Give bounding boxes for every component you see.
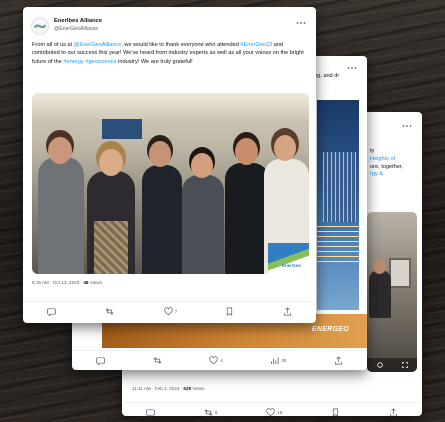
- like-button[interactable]: 7: [164, 307, 178, 316]
- photo-screen: [102, 119, 142, 139]
- person-5: [225, 163, 269, 274]
- mention-link[interactable]: @EnerGeoAlliance: [74, 42, 122, 48]
- retweet-count: 8: [215, 410, 218, 415]
- more-options-icon[interactable]: [296, 21, 306, 25]
- retweet-icon: [204, 409, 213, 416]
- retweet-icon: [105, 308, 114, 315]
- text-segment-4: industry! We are truly grateful!: [116, 58, 193, 65]
- photo-ceiling: [32, 93, 309, 119]
- text-fragment-4: rgy &: [370, 171, 384, 178]
- reply-button[interactable]: [46, 307, 58, 316]
- video-controls[interactable]: [367, 358, 417, 372]
- reply-icon: [95, 357, 105, 365]
- bar-chart-icon: [271, 357, 279, 365]
- share-button[interactable]: [283, 307, 292, 316]
- reply-icon: [146, 409, 156, 416]
- share-button[interactable]: [389, 408, 398, 416]
- heart-icon: [209, 356, 218, 365]
- fullscreen-icon[interactable]: [401, 362, 408, 368]
- text-segment-2: , we would like to thank everyone who at…: [121, 42, 241, 48]
- views-count: 629: [183, 386, 192, 391]
- tweet-actions: 8 16: [122, 402, 422, 416]
- bookmark-button[interactable]: [225, 307, 236, 316]
- tweet-image[interactable]: [317, 100, 359, 310]
- image-lights: [317, 222, 359, 262]
- photo-person-head: [373, 260, 386, 274]
- tweet-photo[interactable]: [367, 212, 417, 372]
- tweet-photo[interactable]: EnerGeo: [32, 93, 309, 274]
- tweet-actions: 4 28: [72, 350, 367, 370]
- bookmark-icon: [226, 307, 232, 316]
- person-2-head: [99, 149, 123, 176]
- views-label: Views: [191, 386, 205, 391]
- account-handle[interactable]: @EnerGeoAlliance: [54, 26, 98, 32]
- person-2-dress: [94, 221, 128, 274]
- person-4-head: [191, 153, 213, 178]
- person-5-head: [235, 138, 258, 165]
- banner-logo: ENERGEO: [311, 326, 349, 333]
- tweet-text-fragment: ty Heights of ure, together, rgy &: [370, 148, 420, 179]
- retweet-icon: [153, 357, 161, 364]
- like-button[interactable]: 4: [209, 356, 223, 365]
- retweet-button[interactable]: [153, 356, 162, 365]
- timestamp-text: 11:11 AM · Feb 3, 2023 ·: [132, 386, 184, 391]
- like-count: 4: [220, 358, 223, 363]
- heart-icon: [164, 307, 173, 316]
- views-count: 28: [281, 358, 287, 363]
- photo-logo-stripe: [268, 243, 309, 274]
- person-6-head: [274, 135, 296, 161]
- text-fragment-1: ty: [370, 148, 375, 154]
- tweet-text: From all of us at @EnerGeoAlliance, we w…: [32, 41, 309, 66]
- hashtag-geoscience-link[interactable]: #geoscience: [85, 59, 116, 65]
- bookmark-icon: [332, 408, 339, 416]
- like-count: 7: [174, 309, 178, 314]
- share-button[interactable]: [334, 356, 343, 365]
- more-options-icon[interactable]: [402, 124, 412, 128]
- timestamp-text: 8:15 AM · Oct 13, 2023 ·: [32, 280, 84, 285]
- text-fragment-2: Heights of: [370, 155, 396, 162]
- text-segment-1: From all of us at: [32, 42, 74, 48]
- reply-icon: [46, 308, 56, 316]
- share-icon: [335, 356, 343, 365]
- person-3: [142, 165, 182, 274]
- bookmark-button[interactable]: [331, 408, 340, 416]
- person-1: [38, 157, 84, 274]
- hashtag-energy-link[interactable]: #energy: [63, 59, 83, 65]
- avatar[interactable]: [31, 17, 49, 35]
- photo-wall-frame: [389, 258, 411, 288]
- views-button[interactable]: 28: [270, 356, 286, 365]
- tweet-actions: 7: [23, 301, 316, 321]
- like-button[interactable]: 16: [266, 408, 282, 416]
- like-count: 16: [277, 410, 283, 415]
- settings-icon[interactable]: [376, 362, 383, 368]
- tweet-timestamp[interactable]: 8:15 AM · Oct 13, 2023 · 48 Views: [32, 280, 102, 285]
- photo-person: [369, 270, 391, 318]
- image-skyline: [323, 152, 357, 222]
- tweet-text-fragment: ng, and dr: [314, 73, 340, 79]
- account-name[interactable]: Enerlbes Alliance: [54, 18, 102, 24]
- heart-icon: [266, 408, 275, 416]
- person-1-head: [48, 137, 72, 164]
- photo-logo-text: EnerGeo: [282, 263, 301, 268]
- person-4: [182, 175, 224, 274]
- reply-button[interactable]: [146, 408, 156, 416]
- tweet-timestamp[interactable]: 11:11 AM · Feb 3, 2023 · 629 Views: [132, 386, 205, 391]
- share-icon: [284, 307, 292, 316]
- retweet-button[interactable]: 8: [204, 408, 218, 416]
- share-icon: [389, 408, 397, 416]
- reply-button[interactable]: [95, 356, 105, 365]
- retweet-button[interactable]: [105, 307, 116, 316]
- text-fragment-3: ure, together,: [370, 163, 403, 170]
- more-options-icon[interactable]: [347, 66, 357, 70]
- tweet-card-front[interactable]: Enerlbes Alliance @EnerGeoAlliance From …: [23, 7, 316, 323]
- person-3-head: [149, 141, 171, 167]
- hashtag-event-link[interactable]: #EnerGeo23: [240, 42, 272, 48]
- views-label: Views: [88, 280, 102, 285]
- energeo-logo-icon: [34, 24, 46, 29]
